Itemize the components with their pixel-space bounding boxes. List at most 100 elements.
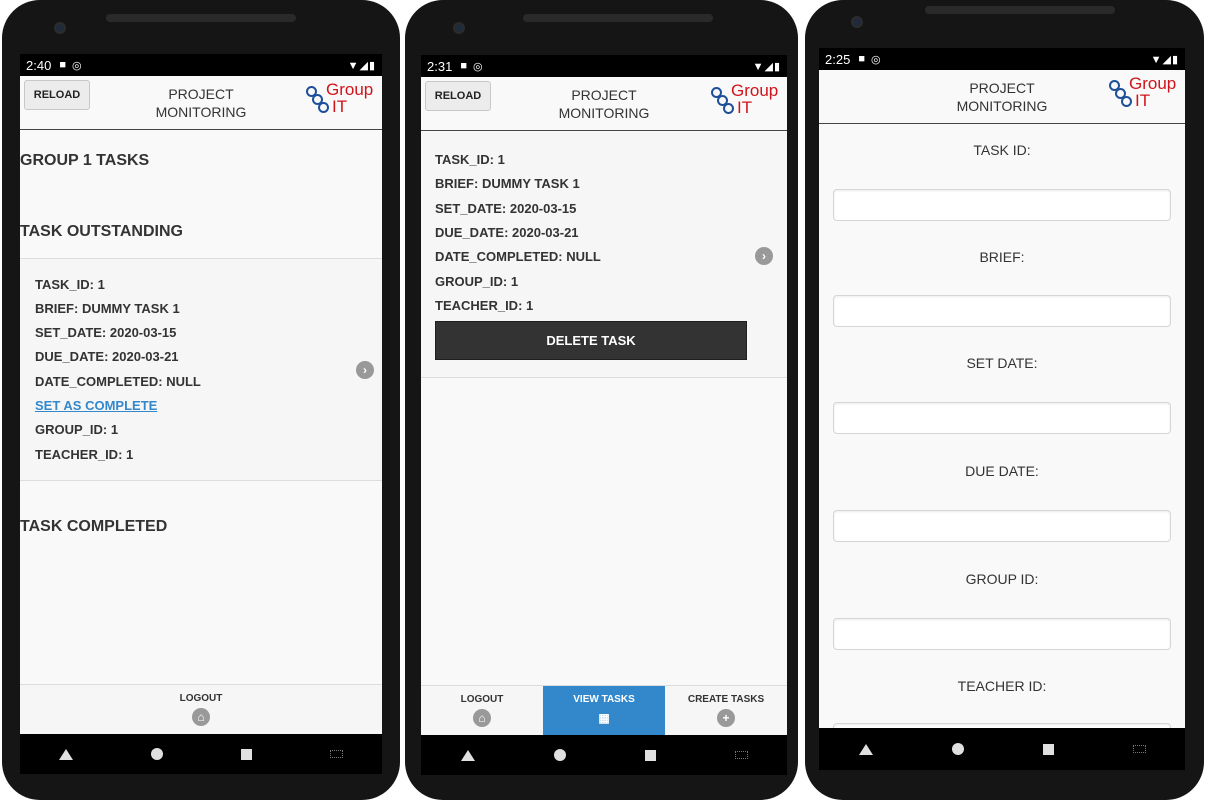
brief-label: BRIEF: — [979, 249, 1025, 265]
view-tasks-label: VIEW TASKS — [573, 694, 635, 705]
logout-button[interactable]: LOGOUT ⌂ — [20, 685, 382, 734]
phone-frame-3: 2:25 ■ ◎ ▼◢▮ PROJECT MONITORING Group IT… — [805, 0, 1204, 800]
footer-navbar: LOGOUT ⌂ VIEW TASKS ▦ CREATE TASKS + — [421, 685, 787, 735]
task-id-field[interactable] — [833, 189, 1171, 221]
status-time: 2:40 — [26, 57, 52, 73]
phone-screen-2: 2:31 ■ ◎ ▼◢▮ RELOAD PROJECT MONITORING G… — [421, 55, 787, 735]
grid-icon: ▦ — [598, 711, 610, 725]
due-date-field[interactable] — [833, 510, 1171, 542]
sync-icon: ◎ — [870, 53, 881, 66]
view-tasks-button[interactable]: VIEW TASKS ▦ — [543, 686, 665, 735]
sd-card-icon: ■ — [59, 59, 66, 71]
footer-navbar: LOGOUT ⌂ — [20, 684, 382, 734]
due-date-label: DUE DATE: — [965, 463, 1039, 479]
logo-text-it: IT — [332, 97, 348, 116]
chevron-right-icon[interactable]: › — [755, 247, 773, 265]
set-date-label: SET DATE: — [966, 355, 1038, 371]
group-tasks-heading: GROUP 1 TASKS — [20, 152, 150, 169]
home-icon: ⌂ — [192, 708, 210, 726]
back-icon[interactable] — [59, 748, 73, 760]
sd-card-icon: ■ — [460, 60, 467, 72]
front-camera — [54, 22, 66, 34]
task-teacher-id: TEACHER_ID: 1 — [435, 298, 534, 313]
sd-card-icon: ■ — [858, 53, 865, 65]
chevron-right-icon[interactable]: › — [356, 361, 374, 379]
set-as-complete-link[interactable]: SET AS COMPLETE — [35, 398, 157, 413]
home-circle-icon[interactable] — [951, 743, 964, 755]
status-time: 2:25 — [825, 51, 851, 67]
back-icon[interactable] — [858, 743, 873, 755]
home-icon: ⌂ — [473, 709, 491, 727]
task-brief: BRIEF: DUMMY TASK 1 — [35, 301, 180, 316]
back-icon[interactable] — [460, 749, 475, 761]
phone-frame-2: 2:31 ■ ◎ ▼◢▮ RELOAD PROJECT MONITORING G… — [405, 0, 798, 800]
app-header: RELOAD PROJECT MONITORING Group IT — [421, 77, 787, 131]
phone-screen-3: 2:25 ■ ◎ ▼◢▮ PROJECT MONITORING Group IT… — [819, 48, 1185, 728]
task-list-item[interactable]: TASK_ID: 1 BRIEF: DUMMY TASK 1 SET_DATE:… — [421, 132, 787, 378]
group-id-label: GROUP ID: — [965, 571, 1039, 587]
phone-screen-1: 2:40 ■ ◎ ▼◢▮ RELOAD PROJECT MONITORING G… — [20, 54, 382, 734]
create-tasks-label: CREATE TASKS — [687, 694, 765, 705]
task-group-id: GROUP_ID: 1 — [35, 422, 119, 437]
task-id: TASK_ID: 1 — [435, 152, 505, 167]
android-nav-bar — [421, 735, 787, 775]
logout-label: LOGOUT — [460, 694, 504, 705]
task-list-item[interactable]: TASK_ID: 1 BRIEF: DUMMY TASK 1 SET_DATE:… — [20, 258, 382, 481]
signal-battery-icon: ▼◢▮ — [752, 60, 781, 73]
logout-label: LOGOUT — [179, 693, 223, 704]
task-set-date: SET_DATE: 2020-03-15 — [35, 325, 177, 340]
android-nav-bar — [20, 734, 382, 774]
task-set-date: SET_DATE: 2020-03-15 — [435, 201, 577, 216]
logo-ring-icon — [1121, 96, 1132, 107]
task-outstanding-heading: TASK OUTSTANDING — [20, 223, 183, 240]
task-teacher-id: TEACHER_ID: 1 — [35, 447, 134, 462]
task-due-date: DUE_DATE: 2020-03-21 — [435, 225, 579, 240]
recent-apps-icon[interactable] — [1042, 743, 1054, 755]
teacher-id-label: TEACHER ID: — [957, 678, 1047, 694]
signal-battery-icon: ▼◢▮ — [347, 59, 376, 72]
app-header: RELOAD PROJECT MONITORING Group IT — [20, 76, 382, 130]
app-header: PROJECT MONITORING Group IT — [819, 70, 1185, 124]
content-area: GROUP 1 TASKS TASK OUTSTANDING TASK_ID: … — [20, 131, 382, 684]
status-time: 2:31 — [427, 58, 453, 74]
signal-battery-icon: ▼◢▮ — [1150, 53, 1179, 66]
status-bar: 2:31 ■ ◎ ▼◢▮ — [421, 55, 787, 77]
group-id-field[interactable] — [833, 618, 1171, 650]
logo-ring-icon — [723, 103, 734, 114]
status-bar: 2:25 ■ ◎ ▼◢▮ — [819, 48, 1185, 70]
create-tasks-button[interactable]: CREATE TASKS + — [665, 686, 787, 735]
task-id-label: TASK ID: — [973, 142, 1031, 158]
group-it-logo: Group IT — [304, 80, 374, 116]
logo-text-it: IT — [1135, 91, 1151, 110]
logo-ring-icon — [318, 102, 329, 113]
logo-text-it: IT — [737, 98, 753, 117]
speaker-grille — [925, 6, 1115, 14]
sync-icon: ◎ — [472, 60, 483, 73]
recent-apps-icon[interactable] — [241, 748, 252, 760]
content-area: TASK_ID: 1 BRIEF: DUMMY TASK 1 SET_DATE:… — [421, 132, 787, 685]
set-date-field[interactable] — [833, 402, 1171, 434]
task-id: TASK_ID: 1 — [35, 277, 105, 292]
delete-task-button[interactable]: DELETE TASK — [435, 321, 747, 360]
logout-button[interactable]: LOGOUT ⌂ — [421, 686, 543, 735]
home-circle-icon[interactable] — [553, 749, 566, 761]
task-date-completed: DATE_COMPLETED: NULL — [35, 374, 201, 389]
create-task-form: TASK ID: BRIEF: SET DATE: DUE DATE: GROU… — [819, 125, 1185, 728]
keyboard-icon[interactable] — [1132, 745, 1146, 753]
task-brief: BRIEF: DUMMY TASK 1 — [435, 176, 580, 191]
front-camera — [453, 22, 465, 34]
group-it-logo: Group IT — [1107, 74, 1177, 110]
keyboard-icon[interactable] — [330, 750, 343, 758]
task-completed-heading: TASK COMPLETED — [20, 518, 168, 535]
brief-field[interactable] — [833, 295, 1171, 327]
task-date-completed: DATE_COMPLETED: NULL — [435, 249, 601, 264]
phone-frame-1: 2:40 ■ ◎ ▼◢▮ RELOAD PROJECT MONITORING G… — [2, 0, 400, 800]
task-group-id: GROUP_ID: 1 — [435, 274, 519, 289]
recent-apps-icon[interactable] — [644, 749, 656, 761]
status-bar: 2:40 ■ ◎ ▼◢▮ — [20, 54, 382, 76]
group-it-logo: Group IT — [709, 81, 779, 117]
home-circle-icon[interactable] — [151, 748, 163, 760]
plus-icon: + — [717, 709, 735, 727]
keyboard-icon[interactable] — [734, 751, 748, 759]
android-nav-bar — [819, 728, 1185, 770]
